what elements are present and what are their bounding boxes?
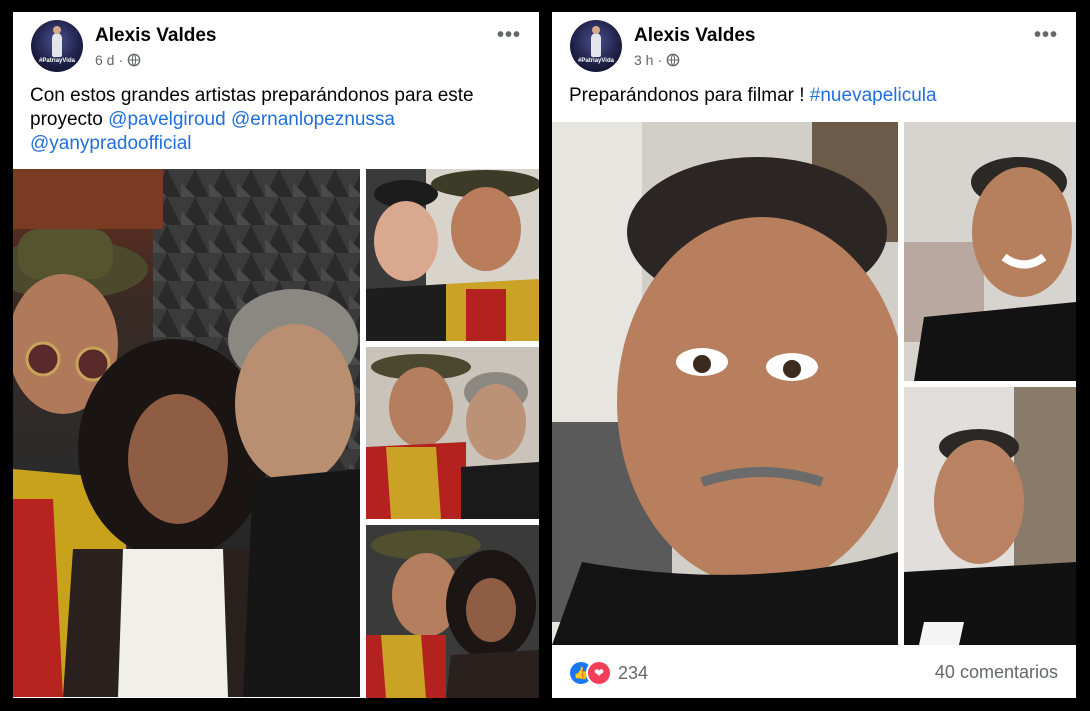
mention-link[interactable]: @yanypradoofficial [30, 133, 192, 154]
photo-content-illustration [366, 347, 539, 519]
post-photo-thumb-2[interactable] [904, 387, 1076, 645]
post-photo-thumb-2[interactable] [366, 347, 539, 519]
avatar-tag-text: #PatriayVida [578, 58, 614, 64]
post-meta: 3 h · [634, 52, 680, 68]
photo-content-illustration [13, 169, 360, 697]
post-photo-thumb-3[interactable] [366, 525, 539, 698]
author-avatar[interactable]: #PatriayVida [31, 20, 83, 72]
reaction-count: 234 [618, 662, 649, 683]
photo-content-illustration [552, 122, 898, 645]
more-options-icon[interactable]: ••• [1034, 24, 1058, 47]
post-caption: Con estos grandes artistas preparándonos… [30, 84, 530, 156]
photo-content-illustration [904, 387, 1076, 645]
post-caption: Preparándonos para filmar ! #nuevapelicu… [569, 84, 1069, 108]
post-meta: 6 d · [95, 52, 141, 68]
author-name[interactable]: Alexis Valdes [95, 25, 216, 47]
mention-link[interactable]: @pavelgiroud [108, 109, 226, 130]
hashtag-link[interactable]: #nuevapelicula [810, 85, 937, 106]
post-photo-thumb-1[interactable] [366, 169, 539, 341]
post-photo-main[interactable] [552, 122, 898, 645]
photo-content-illustration [904, 122, 1076, 381]
post-time[interactable]: 3 h [634, 52, 653, 68]
facebook-post-left: #PatriayVida Alexis Valdes 6 d · ••• Con… [13, 12, 539, 698]
post-photo-thumb-1[interactable] [904, 122, 1076, 381]
comments-count-link[interactable]: 40 comentarios [935, 662, 1058, 683]
post-photo-main[interactable] [13, 169, 360, 697]
love-icon: ❤ [586, 660, 612, 686]
globe-icon [127, 53, 141, 67]
caption-text: Preparándonos para filmar ! [569, 85, 805, 106]
photo-content-illustration [366, 169, 539, 341]
avatar-tag-text: #PatriayVida [39, 58, 75, 64]
more-options-icon[interactable]: ••• [497, 24, 521, 47]
reactions-summary[interactable]: 👍 ❤ 234 [568, 660, 648, 686]
author-avatar[interactable]: #PatriayVida [570, 20, 622, 72]
photo-content-illustration [366, 525, 539, 698]
globe-icon [666, 53, 680, 67]
facebook-post-right: #PatriayVida Alexis Valdes 3 h · ••• Pre… [552, 12, 1076, 698]
mention-link[interactable]: @ernanlopeznussa [231, 109, 395, 130]
author-name[interactable]: Alexis Valdes [634, 25, 755, 47]
post-time[interactable]: 6 d [95, 52, 114, 68]
